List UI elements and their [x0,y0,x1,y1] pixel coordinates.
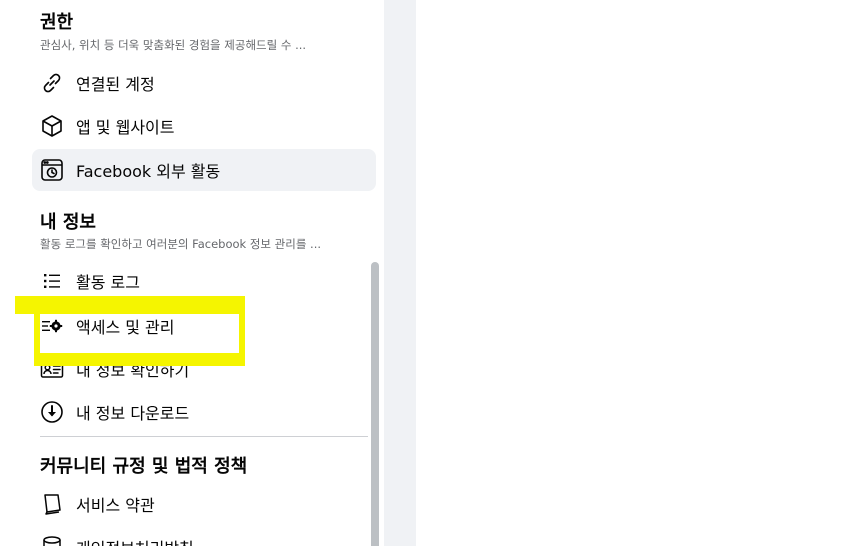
book-icon [38,490,66,518]
sidebar-item-privacy-policy[interactable]: 개인정보처리방침 [32,526,376,546]
sidebar-item-label: 개인정보처리방침 [76,535,194,546]
scrollbar-thumb[interactable] [371,262,379,546]
cube-icon [38,112,66,140]
sidebar-item-apps-websites[interactable]: 앱 및 웹사이트 [32,105,376,147]
sidebar-item-label: 활동 로그 [76,273,140,292]
link-icon [38,69,66,97]
main-content-area [416,0,865,546]
your-information-title: 내 정보 [40,212,96,233]
community-policies-title: 커뮤니티 규정 및 법적 정책 [40,456,248,477]
sidebar-item-off-facebook-activity[interactable]: Facebook 외부 활동 [32,149,376,191]
permissions-title: 권한 [40,12,74,33]
off-facebook-activity-icon [38,156,66,184]
sidebar-item-linked-accounts[interactable]: 연결된 계정 [32,62,376,104]
sidebar-item-label: Facebook 외부 활동 [76,162,221,181]
sidebar-item-label: 내 정보 다운로드 [76,404,190,423]
section-divider [40,436,368,437]
settings-sidebar: 권한 관심사, 위치 등 더욱 맞춤화된 경험을 제공해드릴 수 ... 연결된… [0,0,384,546]
sidebar-gutter [384,0,416,546]
sidebar-item-label: 서비스 약관 [76,496,155,515]
database-icon [38,533,66,546]
sidebar-item-label: 앱 및 웹사이트 [76,118,175,137]
download-icon [38,398,66,426]
your-information-description: 활동 로그를 확인하고 여러분의 Facebook 정보 관리를 ... [40,237,322,251]
highlight-annotation [15,296,245,366]
sidebar-item-terms-of-service[interactable]: 서비스 약관 [32,483,376,525]
permissions-description: 관심사, 위치 등 더욱 맞춤화된 경험을 제공해드릴 수 ... [40,38,307,52]
list-icon [38,267,66,295]
sidebar-item-download-information[interactable]: 내 정보 다운로드 [32,391,376,433]
sidebar-item-label: 연결된 계정 [76,75,155,94]
